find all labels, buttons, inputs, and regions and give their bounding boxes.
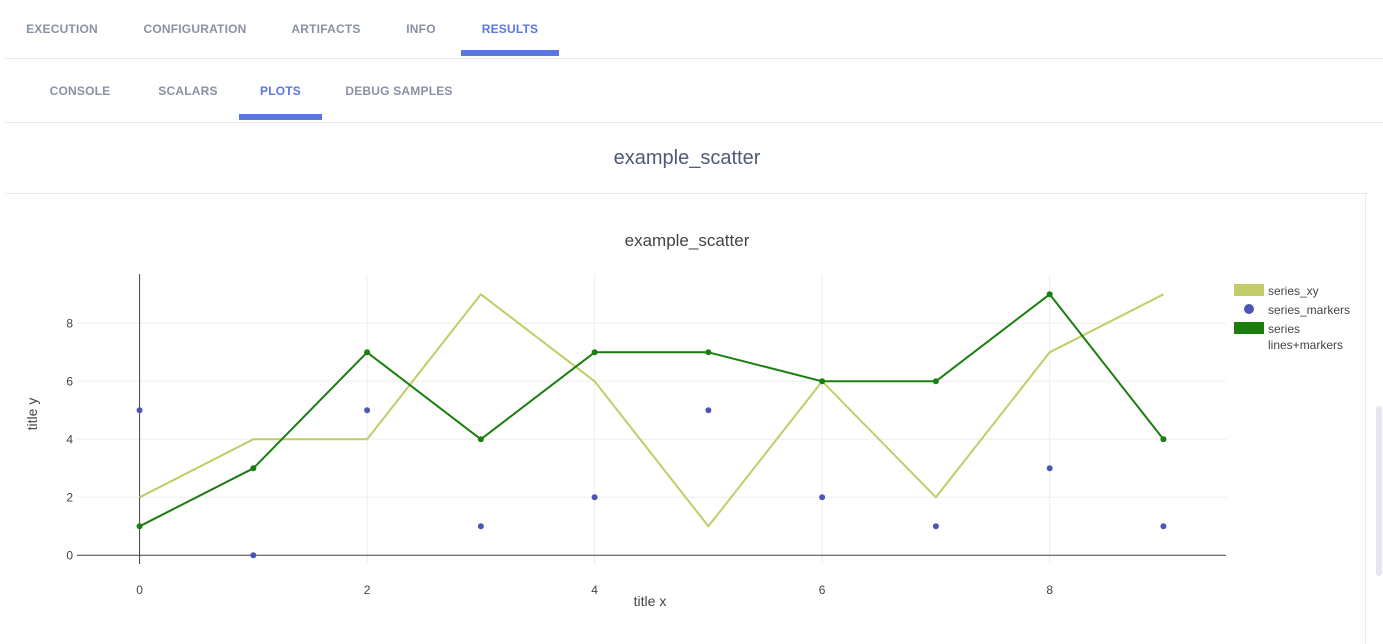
legend-swatch-series-lines-markers [1234, 322, 1264, 334]
data-point [364, 349, 371, 356]
data-point [477, 436, 484, 443]
y-tick-label: 0 [66, 548, 73, 562]
y-tick-label: 4 [66, 432, 73, 446]
tab-scalars[interactable]: SCALARS [143, 59, 233, 122]
legend-label-series-xy: series_xy [1268, 284, 1319, 298]
data-point [136, 407, 143, 414]
tab-debug-samples[interactable]: DEBUG SAMPLES [335, 59, 463, 122]
legend-label-series-lines-markers: lines+markers [1268, 338, 1343, 352]
y-tick-label: 6 [66, 374, 73, 388]
x-tick-label: 6 [819, 583, 826, 597]
chart-title: example_scatter [625, 231, 750, 250]
data-point [250, 552, 257, 559]
x-tick-label: 8 [1046, 583, 1053, 597]
x-axis-title: title x [634, 593, 667, 609]
y-tick-label: 8 [66, 316, 73, 330]
data-point [1046, 291, 1053, 298]
data-point [1160, 523, 1167, 530]
tab-console[interactable]: CONSOLE [35, 59, 125, 122]
data-point [1046, 465, 1053, 472]
series-line [139, 293, 1165, 528]
data-point [591, 349, 598, 356]
data-point [705, 349, 712, 356]
main-tab-bar: EXECUTION CONFIGURATION ARTIFACTS INFO R… [5, 0, 1383, 59]
tab-results[interactable]: RESULTS [461, 0, 559, 58]
scrollbar-thumb[interactable] [1376, 406, 1382, 576]
data-point [819, 378, 826, 385]
tab-execution[interactable]: EXECUTION [5, 0, 119, 58]
y-tick-label: 2 [66, 490, 73, 504]
series-line [139, 293, 1164, 528]
tab-info[interactable]: INFO [389, 0, 453, 58]
legend-swatch-series-markers [1244, 304, 1254, 314]
sub-tab-bar: CONSOLE SCALARS PLOTS DEBUG SAMPLES [5, 59, 1383, 123]
data-point [705, 407, 712, 414]
data-point [819, 494, 826, 501]
x-tick-label: 0 [136, 583, 143, 597]
y-axis-title: title y [24, 398, 40, 431]
data-point [1160, 436, 1167, 443]
tab-plots[interactable]: PLOTS [239, 59, 322, 122]
vertical-scrollbar[interactable] [1365, 194, 1383, 644]
data-point [932, 523, 939, 530]
data-point [477, 523, 484, 530]
data-point [136, 523, 143, 530]
data-point [932, 378, 939, 385]
legend-label-series-markers: series_markers [1268, 303, 1350, 317]
data-point [591, 494, 598, 501]
data-point [364, 407, 371, 414]
tab-configuration[interactable]: CONFIGURATION [125, 0, 265, 58]
legend-label-series-lines-markers: series [1268, 322, 1300, 336]
x-tick-label: 4 [591, 583, 598, 597]
scatter-chart[interactable]: 0 2 4 6 8 0 2 4 6 8 example_scattertitle x title y s… [0, 194, 1365, 644]
plot-section-header: example_scatter [5, 123, 1369, 194]
legend-swatch-series-xy [1234, 284, 1264, 296]
tab-artifacts[interactable]: ARTIFACTS [275, 0, 377, 58]
x-tick-label: 2 [364, 583, 371, 597]
plot-section-title: example_scatter [613, 146, 761, 169]
data-point [250, 465, 257, 472]
